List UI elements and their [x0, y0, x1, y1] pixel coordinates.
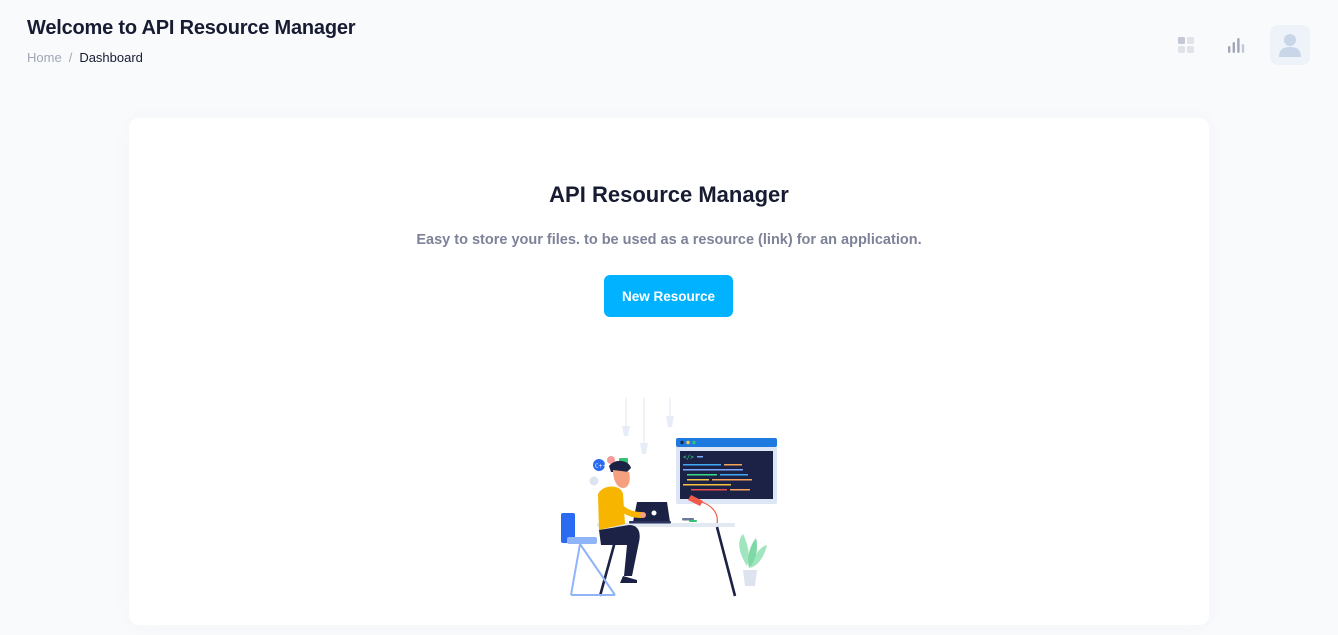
user-avatar-button[interactable]: [1270, 25, 1310, 65]
hero-title: API Resource Manager: [549, 182, 789, 207]
svg-text:</>: </>: [683, 454, 694, 461]
apps-button[interactable]: [1170, 29, 1202, 61]
hero-subtitle: Easy to store your files. to be used as …: [416, 232, 922, 248]
grid-icon: [1178, 37, 1194, 53]
page-title: Welcome to API Resource Manager: [27, 17, 356, 39]
breadcrumb-home-link[interactable]: Home: [27, 50, 62, 65]
user-avatar-icon: [1279, 34, 1301, 57]
breadcrumb-separator: /: [68, 50, 73, 65]
new-resource-button[interactable]: New Resource: [604, 275, 733, 317]
bar-chart-icon: [1228, 38, 1245, 53]
welcome-card: API Resource Manager Easy to store your …: [129, 118, 1209, 625]
header-toolbar: [1170, 25, 1310, 65]
svg-text:C++: C++: [595, 464, 607, 470]
stats-button[interactable]: [1220, 29, 1252, 61]
breadcrumb: Home / Dashboard: [27, 50, 143, 65]
developer-at-desk-illustration: </> C++: [561, 398, 777, 597]
breadcrumb-current: Dashboard: [79, 50, 143, 65]
